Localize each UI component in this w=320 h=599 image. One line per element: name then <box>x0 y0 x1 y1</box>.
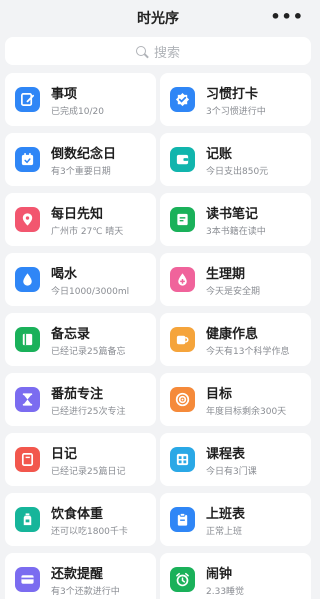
header: 时光序 ••• <box>0 0 316 34</box>
feature-card[interactable]: 备忘录已经记录25篇备忘 <box>5 313 156 366</box>
feature-card-subtitle: 有3个重要日期 <box>51 167 111 177</box>
location-pin-icon <box>15 207 40 232</box>
feature-card-subtitle: 今日有3门课 <box>206 467 257 477</box>
feature-card-title: 还款提醒 <box>51 567 104 582</box>
feature-card[interactable]: 课程表今日有3门课 <box>160 433 311 486</box>
feature-card[interactable]: 番茄专注已经进行25次专注 <box>5 373 156 426</box>
feature-card-subtitle: 有3个还款进行中 <box>51 587 120 597</box>
feature-card[interactable]: 事项已完成10/20 <box>5 73 156 126</box>
feature-card[interactable]: 习惯打卡 3个习惯进行中 <box>160 73 311 126</box>
feature-card[interactable]: 喝水今日1000/3000ml <box>5 253 156 306</box>
feature-card[interactable]: 读书笔记 3本书籍在读中 <box>160 193 311 246</box>
feature-card-title: 备忘录 <box>51 327 91 342</box>
feature-card[interactable]: 饮食体重还可以吃1800千卡 <box>5 493 156 546</box>
feature-card-subtitle: 已完成10/20 <box>51 107 104 117</box>
feature-card-title: 饮食体重 <box>51 507 104 522</box>
feature-card-title: 目标 <box>206 387 233 402</box>
feature-card[interactable]: 记账今日支出850元 <box>160 133 311 186</box>
feature-card[interactable]: 倒数纪念日有3个重要日期 <box>5 133 156 186</box>
feature-card-title: 课程表 <box>206 447 246 462</box>
feature-card-subtitle: 今日支出850元 <box>206 167 269 177</box>
target-icon <box>170 387 195 412</box>
feature-card-title: 喝水 <box>51 267 78 282</box>
feature-card-subtitle: 3个习惯进行中 <box>206 107 266 117</box>
feature-card-title: 记账 <box>206 147 233 162</box>
search-icon <box>135 46 146 56</box>
grid-icon <box>170 447 195 472</box>
alarm-clock-icon <box>170 567 195 592</box>
edit-icon <box>15 87 40 112</box>
diary-icon <box>15 447 40 472</box>
search-bar[interactable]: 搜索 <box>5 37 311 65</box>
feature-card-title: 习惯打卡 <box>206 87 259 102</box>
feature-card-title: 闹钟 <box>206 567 233 582</box>
feature-card-title: 健康作息 <box>206 327 259 342</box>
check-badge-icon <box>170 87 195 112</box>
wallet-icon <box>170 147 195 172</box>
calendar-icon <box>15 147 40 172</box>
feature-card-title: 番茄专注 <box>51 387 104 402</box>
card-icon <box>15 567 40 592</box>
feature-card-subtitle: 正常上班 <box>206 527 243 537</box>
feature-card-subtitle: 2.33睡觉 <box>206 587 245 597</box>
book-icon <box>170 207 195 232</box>
feature-card-title: 上班表 <box>206 507 246 522</box>
feature-card-subtitle: 今日1000/3000ml <box>51 287 130 297</box>
feature-card[interactable]: 生理期 今天是安全期 <box>160 253 311 306</box>
feature-card-subtitle: 还可以吃1800千卡 <box>51 527 128 537</box>
feature-card-title: 事项 <box>51 87 78 102</box>
feature-card-subtitle: 今天是安全期 <box>206 287 261 297</box>
cup-icon <box>170 327 195 352</box>
feature-card-title: 生理期 <box>206 267 246 282</box>
feature-card[interactable]: 闹钟 2.33睡觉 <box>160 553 311 599</box>
feature-card-title: 每日先知 <box>51 207 104 222</box>
feature-card[interactable]: 每日先知广州市 27℃ 晴天 <box>5 193 156 246</box>
feature-card-title: 倒数纪念日 <box>51 147 117 162</box>
app-screen: 时光序 ••• 搜索 事项已完成10/20 习惯打卡 3个习惯进行中倒数纪念日有3个… <box>0 0 316 599</box>
feature-card[interactable]: 日记已经记录25篇日记 <box>5 433 156 486</box>
feature-card[interactable]: 还款提醒有3个还款进行中 <box>5 553 156 599</box>
more-options-icon[interactable]: ••• <box>270 9 304 25</box>
feature-card-subtitle: 已经记录25篇日记 <box>51 467 126 477</box>
drop-plus-icon <box>170 267 195 292</box>
feature-card-subtitle: 已经进行25次专注 <box>51 407 126 417</box>
search-placeholder: 搜索 <box>153 45 180 61</box>
water-drop-icon <box>15 267 40 292</box>
feature-card[interactable]: 目标年度目标剩余300天 <box>160 373 311 426</box>
feature-card-title: 读书笔记 <box>206 207 259 222</box>
page-title: 时光序 <box>137 11 179 27</box>
feature-card-title: 日记 <box>51 447 78 462</box>
feature-card-subtitle: 年度目标剩余300天 <box>206 407 287 417</box>
feature-card-subtitle: 广州市 27℃ 晴天 <box>51 227 124 237</box>
feature-card-subtitle: 已经记录25篇备忘 <box>51 347 126 357</box>
feature-card[interactable]: 健康作息今天有13个科学作息 <box>160 313 311 366</box>
hourglass-icon <box>15 387 40 412</box>
notebook-icon <box>15 327 40 352</box>
clipboard-icon <box>170 507 195 532</box>
feature-card-subtitle: 今天有13个科学作息 <box>206 347 290 357</box>
feature-card[interactable]: 上班表 正常上班 <box>160 493 311 546</box>
feature-card-subtitle: 3本书籍在读中 <box>206 227 266 237</box>
bottle-icon <box>15 507 40 532</box>
